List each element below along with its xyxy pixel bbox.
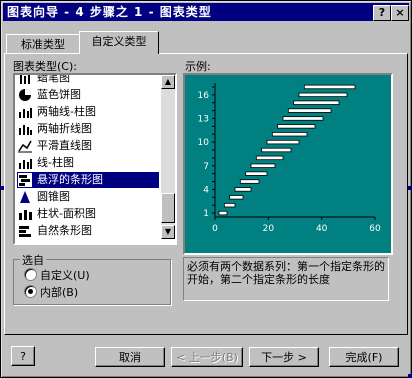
radio-builtin-label[interactable]: 内部(B): [40, 284, 78, 300]
cancel-button[interactable]: 取消: [95, 347, 165, 367]
list-item-label: 两轴折线图: [37, 122, 92, 135]
close-button[interactable]: ×: [391, 5, 409, 21]
sample-label: 示例:: [185, 60, 211, 73]
scroll-thumb[interactable]: [161, 193, 175, 223]
radio-custom[interactable]: [24, 268, 37, 281]
list-item-label: 柱状-面积图: [37, 207, 96, 220]
chart-wizard-dialog: 图表向导 - 4 步骤之 1 - 图表类型 ? × 标准类型 自定义类型 图表类…: [0, 0, 412, 378]
bar: [239, 179, 260, 184]
pie-icon: [18, 88, 32, 102]
bar-icon: [18, 224, 32, 238]
chart-type-label: 图表类型(C):: [13, 60, 77, 73]
x-tick-label: 0: [212, 224, 218, 234]
scroll-up-button[interactable]: ▲: [161, 75, 175, 89]
list-item-label: 两轴线-柱图: [37, 105, 96, 118]
list-item[interactable]: 自然条形图: [17, 223, 159, 239]
list-item[interactable]: 柱状-面积图: [17, 206, 159, 222]
list-item-label: 自然条形图: [37, 224, 92, 237]
bar: [266, 139, 300, 145]
x-tick-label: 20: [263, 224, 275, 234]
list-item[interactable]: 圆锥图: [17, 189, 159, 205]
line-column-icon: [18, 156, 32, 170]
bar: [245, 171, 268, 176]
select-from-group: 选自 自定义(U) 内部(B): [13, 252, 171, 305]
y-tick-label: 10: [198, 138, 210, 148]
title-help-button[interactable]: ?: [373, 5, 391, 21]
bar: [282, 116, 324, 121]
scroll-down-button[interactable]: ▼: [161, 225, 175, 239]
list-item-label: 蜡笔图: [37, 73, 70, 84]
bar: [271, 132, 308, 137]
bar: [298, 92, 348, 98]
list-item[interactable]: 蜡笔图: [17, 73, 159, 86]
floating-bar-icon: [18, 173, 32, 187]
floating-bar-chart: 1 4 7 10 13 16 0 20 40 60: [198, 83, 381, 234]
title-bar[interactable]: 图表向导 - 4 步骤之 1 - 图表类型 ? ×: [3, 3, 409, 21]
x-tick-label: 60: [369, 224, 381, 234]
cone-icon: [18, 190, 32, 204]
list-item-label: 圆锥图: [37, 190, 70, 203]
y-tick-label: 16: [198, 91, 210, 101]
crayon-icon: [18, 75, 32, 85]
bar: [261, 147, 292, 153]
bar: [250, 163, 276, 168]
bar: [287, 108, 332, 113]
bar: [255, 155, 284, 161]
select-from-legend: 选自: [20, 252, 46, 268]
tab-strip: 标准类型 自定义类型: [1, 31, 411, 54]
finish-button[interactable]: 完成(F): [329, 347, 399, 367]
chart-type-list[interactable]: 自然条形图 柱状-面积图 圆锥图 悬浮的条形图 线-柱图 平滑直线图 两轴折线图 两轴线-柱图…: [13, 73, 177, 245]
radio-builtin[interactable]: [24, 285, 37, 298]
smooth-line-icon: [18, 139, 32, 153]
list-item[interactable]: 两轴线-柱图: [17, 104, 159, 120]
list-item[interactable]: 蓝色饼图: [17, 87, 159, 103]
list-item-label: 线-柱图: [37, 156, 74, 169]
bar: [218, 210, 228, 216]
next-button[interactable]: 下一步 >: [249, 347, 319, 367]
help-button[interactable]: ?: [11, 346, 35, 366]
chart-description: 必须有两个数据系列：第一个指定条形的开始，第二个指定条形的长度: [183, 257, 389, 301]
back-button[interactable]: < 上一步(B): [171, 347, 243, 367]
selection-handle-left[interactable]: [0, 186, 4, 190]
y-tick-label: 7: [203, 162, 209, 172]
window-title: 图表向导 - 4 步骤之 1 - 图表类型: [7, 5, 212, 19]
bar: [303, 84, 356, 90]
list-item[interactable]: 悬浮的条形图: [17, 172, 159, 188]
chart-sample-preview: 1 4 7 10 13 16 0 20 40 60: [183, 73, 393, 255]
x-tick-label: 40: [316, 224, 328, 234]
list-item[interactable]: 平滑直线图: [17, 138, 159, 154]
column-area-icon: [18, 207, 32, 221]
bar: [293, 100, 340, 105]
radio-custom-label[interactable]: 自定义(U): [40, 267, 90, 283]
tab-custom-types[interactable]: 自定义类型: [79, 31, 159, 54]
list-item[interactable]: 两轴折线图: [17, 121, 159, 137]
tab-standard-types[interactable]: 标准类型: [6, 34, 80, 54]
list-scrollbar[interactable]: ▲ ▼: [161, 75, 175, 239]
radio-selected-dot: [28, 289, 33, 294]
bar: [223, 202, 236, 208]
selection-handle-right[interactable]: [408, 186, 412, 190]
list-item[interactable]: 线-柱图: [17, 155, 159, 171]
list-item-label: 悬浮的条形图: [37, 173, 103, 186]
y-tick-label: 13: [198, 114, 209, 124]
y-tick-label: 4: [203, 185, 209, 195]
y-tick-label: 1: [203, 209, 209, 219]
line-column-icon: [18, 105, 32, 119]
selection-handle-bottom-right[interactable]: [408, 374, 412, 378]
bar: [229, 195, 244, 200]
bar: [234, 187, 252, 192]
list-item-label: 蓝色饼图: [37, 88, 81, 101]
dual-line-icon: [18, 122, 32, 136]
bar: [277, 124, 316, 129]
list-item-label: 平滑直线图: [37, 139, 92, 152]
